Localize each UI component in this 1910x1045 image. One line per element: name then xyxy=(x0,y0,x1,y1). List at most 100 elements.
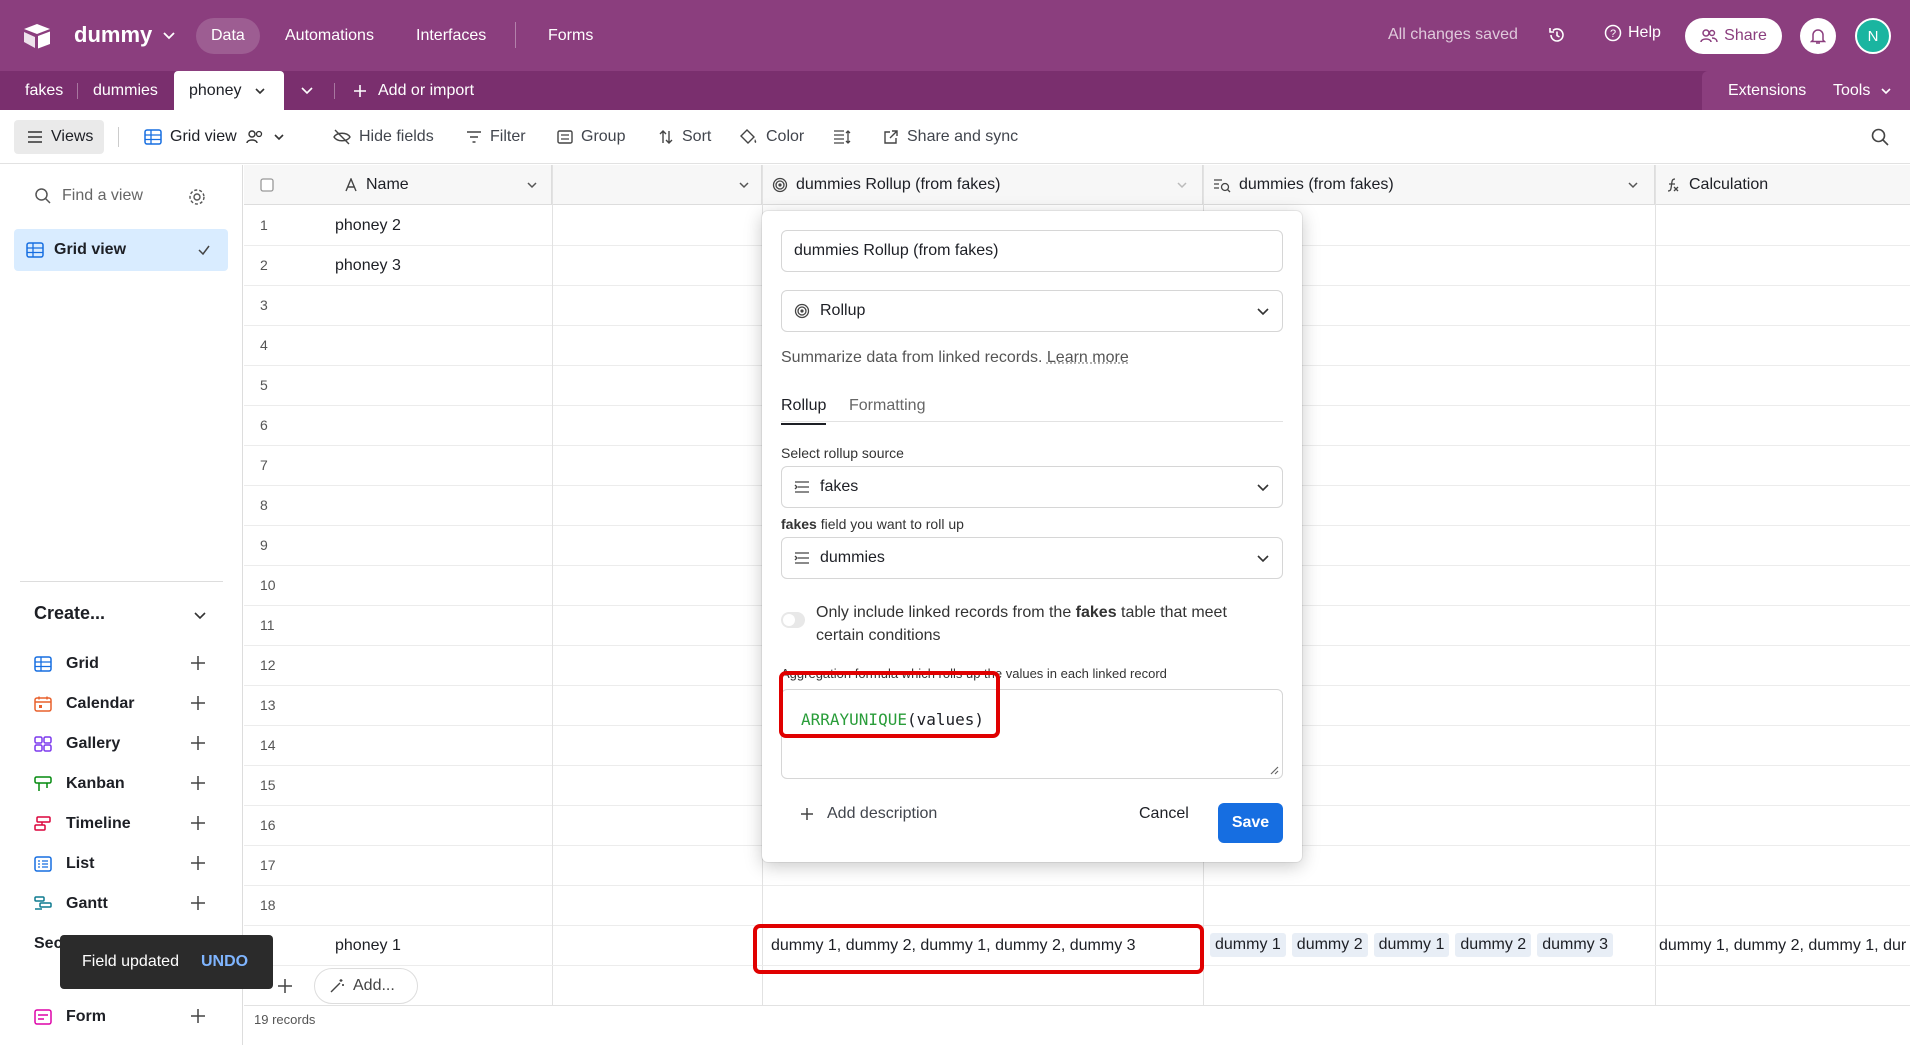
grid-icon xyxy=(34,656,52,672)
add-or-import-button[interactable]: Add or import xyxy=(352,71,474,110)
add-with-ai-button[interactable]: Add... xyxy=(314,968,418,1004)
chevron-down-icon[interactable] xyxy=(738,179,750,191)
column-header-label: Calculation xyxy=(1689,175,1769,193)
gear-icon[interactable] xyxy=(188,188,206,206)
share-and-sync-button[interactable]: Share and sync xyxy=(883,110,1018,164)
add-description-button[interactable]: Add description xyxy=(799,805,937,823)
column-header-calculation[interactable]: Calculation xyxy=(1655,165,1910,205)
cell-name[interactable]: phoney 3 xyxy=(335,257,401,275)
chevron-down-icon[interactable] xyxy=(1176,179,1188,191)
create-gallery-item[interactable]: Gallery xyxy=(34,732,120,756)
base-name-menu[interactable]: dummy xyxy=(74,22,176,48)
lookup-tag: dummy 2 xyxy=(1455,933,1532,957)
create-grid-item[interactable]: Grid xyxy=(34,652,99,676)
table-tab-fakes[interactable]: fakes xyxy=(25,71,63,110)
create-form-item[interactable]: Form xyxy=(34,1005,106,1029)
collaborators-icon xyxy=(245,129,265,145)
view-toolbar: Views Grid view Hide fields Filter Group… xyxy=(0,110,1910,164)
rollup-source-label: Select rollup source xyxy=(781,445,904,461)
share-button[interactable]: Share xyxy=(1685,18,1782,54)
views-label: Views xyxy=(51,128,94,145)
cell-lookup[interactable]: dummy 1 dummy 2 dummy 1 dummy 2 dummy 3 xyxy=(1210,933,1619,957)
plus-icon[interactable] xyxy=(189,814,207,832)
rollup-source-select[interactable]: fakes xyxy=(781,466,1283,508)
description-text: Summarize data from linked records. xyxy=(781,349,1043,366)
find-view-input[interactable]: Find a view xyxy=(34,187,143,205)
cell-name[interactable]: phoney 2 xyxy=(335,217,401,235)
plus-icon[interactable] xyxy=(189,854,207,872)
grid-icon xyxy=(26,242,44,258)
plus-icon[interactable] xyxy=(276,977,294,995)
view-name-button[interactable]: Grid view xyxy=(144,110,285,164)
tools-button[interactable]: Tools xyxy=(1833,71,1892,110)
hide-fields-button[interactable]: Hide fields xyxy=(333,110,434,164)
cancel-button[interactable]: Cancel xyxy=(1139,805,1189,823)
tools-label: Tools xyxy=(1833,81,1871,99)
table-tab-phoney[interactable]: phoney xyxy=(174,71,284,110)
plus-icon[interactable] xyxy=(189,694,207,712)
nav-tab-interfaces[interactable]: Interfaces xyxy=(401,18,501,54)
field-name-input[interactable]: dummies Rollup (from fakes) xyxy=(781,230,1283,272)
rollup-field-select[interactable]: dummies xyxy=(781,537,1283,579)
history-icon[interactable] xyxy=(1547,25,1567,45)
nav-tab-forms[interactable]: Forms xyxy=(533,18,608,54)
column-header-name[interactable]: Name xyxy=(244,165,552,205)
conditions-toggle[interactable] xyxy=(781,612,805,628)
sidebar-item-grid-view[interactable]: Grid view xyxy=(14,229,228,271)
plus-icon[interactable] xyxy=(189,654,207,672)
checkbox-icon[interactable] xyxy=(260,177,274,192)
cell-name[interactable]: phoney 1 xyxy=(335,937,401,955)
column-header-blank[interactable] xyxy=(552,165,762,205)
field-type-select[interactable]: Rollup xyxy=(781,290,1283,332)
create-list-item[interactable]: List xyxy=(34,852,94,876)
sort-button[interactable]: Sort xyxy=(658,110,711,164)
learn-more-link[interactable]: Learn more xyxy=(1047,349,1129,366)
plus-icon[interactable] xyxy=(189,1007,207,1025)
resize-handle-icon[interactable] xyxy=(1269,765,1279,775)
undo-button[interactable]: UNDO xyxy=(201,953,248,971)
avatar[interactable]: N xyxy=(1855,18,1891,54)
lookup-icon xyxy=(1213,177,1231,193)
plus-icon[interactable] xyxy=(189,774,207,792)
row-number: 16 xyxy=(260,817,276,833)
tab-formatting[interactable]: Formatting xyxy=(849,397,925,415)
all-tables-chevron-icon[interactable] xyxy=(300,83,314,97)
airtable-logo-icon[interactable] xyxy=(22,22,52,50)
table-tab-dummies[interactable]: dummies xyxy=(93,71,158,110)
row-number: 11 xyxy=(260,617,275,633)
column-header-rollup[interactable]: dummies Rollup (from fakes) xyxy=(762,165,1203,205)
views-button[interactable]: Views xyxy=(14,120,104,154)
plus-icon[interactable] xyxy=(189,734,207,752)
table-row[interactable]: 18 xyxy=(244,886,1910,926)
color-button[interactable]: Color xyxy=(740,110,804,164)
create-gantt-item[interactable]: Gantt xyxy=(34,892,108,916)
nav-tab-data[interactable]: Data xyxy=(196,18,260,54)
extensions-button[interactable]: Extensions xyxy=(1728,71,1806,110)
notifications-button[interactable] xyxy=(1800,18,1836,54)
filter-label: Filter xyxy=(490,128,526,145)
create-section-header[interactable]: Create... xyxy=(34,603,105,624)
create-calendar-item[interactable]: Calendar xyxy=(34,692,134,716)
plus-icon xyxy=(799,806,815,822)
row-number: 7 xyxy=(260,457,268,473)
row-number: 8 xyxy=(260,497,268,513)
help-button[interactable]: ? Help xyxy=(1604,24,1661,42)
create-timeline-item[interactable]: Timeline xyxy=(34,812,131,836)
plus-icon[interactable] xyxy=(189,894,207,912)
chevron-down-icon[interactable] xyxy=(526,179,538,191)
chevron-down-icon[interactable] xyxy=(254,85,266,97)
create-item-label: Form xyxy=(66,1008,106,1025)
search-icon[interactable] xyxy=(1870,127,1890,147)
chevron-down-icon[interactable] xyxy=(1627,179,1639,191)
share-label: Share xyxy=(1724,27,1767,44)
filter-button[interactable]: Filter xyxy=(466,110,526,164)
cell-calculation[interactable]: dummy 1, dummy 2, dummy 1, dur xyxy=(1659,937,1910,955)
create-kanban-item[interactable]: Kanban xyxy=(34,772,125,796)
row-height-button[interactable] xyxy=(833,110,851,164)
nav-tab-automations[interactable]: Automations xyxy=(270,18,389,54)
save-button[interactable]: Save xyxy=(1218,803,1283,843)
chevron-down-icon[interactable] xyxy=(193,609,207,623)
group-button[interactable]: Group xyxy=(557,110,625,164)
column-header-lookup[interactable]: dummies (from fakes) xyxy=(1203,165,1655,205)
row-number: 9 xyxy=(260,537,268,553)
